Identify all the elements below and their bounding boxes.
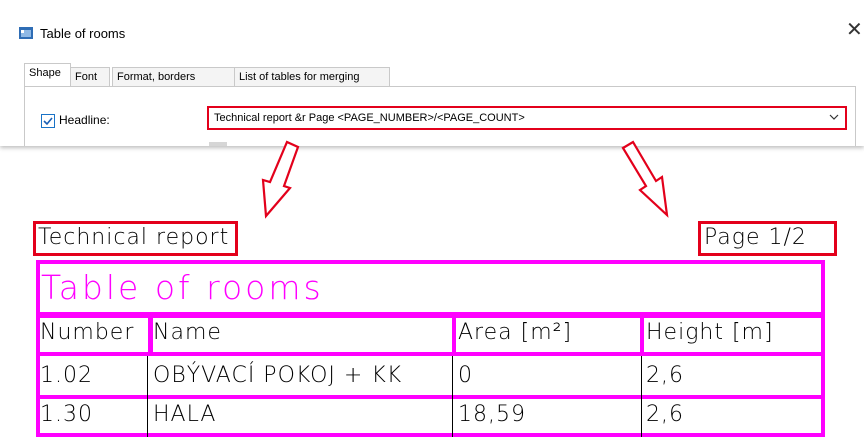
annotation-arrows bbox=[261, 140, 669, 219]
cell-number: 1.30 bbox=[40, 402, 93, 427]
column-header: Height [m] bbox=[646, 320, 774, 345]
cell-name: HALA bbox=[153, 402, 217, 427]
row-separator bbox=[36, 433, 825, 437]
cell-height: 2,6 bbox=[646, 363, 684, 388]
table-title: Table of rooms bbox=[41, 268, 324, 307]
hollow-arrow-icon bbox=[621, 140, 669, 218]
cell-height: 2,6 bbox=[646, 402, 684, 427]
column-header: Name bbox=[153, 320, 222, 345]
column-divider bbox=[147, 356, 148, 437]
column-divider bbox=[452, 356, 453, 437]
hollow-arrow-icon bbox=[261, 140, 300, 219]
column-divider bbox=[641, 356, 642, 437]
cell-number: 1.02 bbox=[40, 363, 93, 388]
row-separator bbox=[36, 395, 825, 399]
column-header: Number bbox=[40, 320, 135, 345]
headline-left-text: Technical report bbox=[38, 225, 230, 250]
cell-area: 0 bbox=[458, 363, 473, 388]
headline-right-text: Page 1/2 bbox=[704, 225, 807, 250]
column-header: Area [m²] bbox=[458, 320, 573, 345]
cell-name: OBÝVACÍ POKOJ + KK bbox=[153, 363, 403, 388]
cell-area: 18,59 bbox=[458, 402, 526, 427]
